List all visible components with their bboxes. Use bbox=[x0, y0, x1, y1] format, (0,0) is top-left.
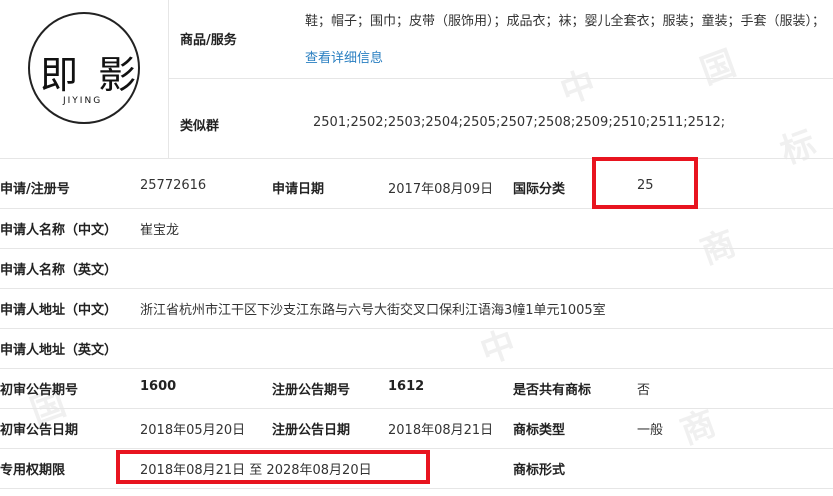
prelim-issue-value: 1600 bbox=[140, 379, 177, 394]
goods-label: 商品/服务 bbox=[180, 33, 237, 48]
divider bbox=[0, 368, 833, 369]
term-highlight bbox=[116, 450, 430, 484]
applicant-cn-value: 崔宝龙 bbox=[140, 223, 180, 238]
watermark-glyph: 中 bbox=[475, 323, 522, 373]
intl-class-label: 国际分类 bbox=[513, 182, 566, 197]
term-label: 专用权期限 bbox=[0, 463, 66, 478]
divider bbox=[168, 78, 833, 79]
logo-mark: 即 影 bbox=[40, 53, 141, 97]
similar-group-label: 类似群 bbox=[180, 119, 220, 134]
goods-value: 鞋；帽子；围巾；皮带（服饰用）；成品衣；袜；婴儿全套衣；服装；童装；手套（服装）… bbox=[305, 14, 826, 29]
reg-no-label: 申请/注册号 bbox=[0, 182, 70, 197]
similar-group-value: 2501;2502;2503;2504;2505;2507;2508;2509;… bbox=[313, 115, 726, 130]
divider bbox=[0, 488, 833, 489]
shared-value: 否 bbox=[637, 383, 651, 398]
intl-class-highlight bbox=[592, 157, 698, 209]
applicant-cn-label: 申请人名称（中文） bbox=[0, 223, 118, 238]
view-details-link[interactable]: 查看详细信息 bbox=[305, 47, 383, 66]
reg-date-label: 注册公告日期 bbox=[272, 423, 351, 438]
trademark-form-label: 商标形式 bbox=[513, 463, 566, 478]
trademark-type-value: 一般 bbox=[637, 423, 664, 438]
watermark-glyph: 标 bbox=[775, 123, 822, 173]
applicant-en-label: 申请人名称（英文） bbox=[0, 263, 118, 278]
divider bbox=[168, 0, 169, 158]
apply-date-label: 申请日期 bbox=[272, 182, 325, 197]
watermark-glyph: 中 bbox=[555, 63, 602, 113]
reg-issue-label: 注册公告期号 bbox=[272, 383, 351, 398]
reg-issue-value: 1612 bbox=[388, 379, 425, 394]
divider bbox=[0, 328, 833, 329]
prelim-issue-label: 初审公告期号 bbox=[0, 383, 79, 398]
address-cn-label: 申请人地址（中文） bbox=[0, 303, 118, 318]
prelim-date-value: 2018年05月20日 bbox=[140, 423, 246, 438]
apply-date-value: 2017年08月09日 bbox=[388, 182, 494, 197]
divider bbox=[0, 448, 833, 449]
address-cn-value: 浙江省杭州市江干区下沙支江东路与六号大街交叉口保利江语海3幢1单元1005室 bbox=[140, 303, 606, 318]
logo-caption: JIYING bbox=[63, 96, 103, 106]
reg-no-value: 25772616 bbox=[140, 178, 207, 193]
divider bbox=[0, 408, 833, 409]
prelim-date-label: 初审公告日期 bbox=[0, 423, 79, 438]
watermark-glyph: 国 bbox=[695, 43, 742, 93]
shared-label: 是否共有商标 bbox=[513, 383, 592, 398]
trademark-type-label: 商标类型 bbox=[513, 423, 566, 438]
reg-date-value: 2018年08月21日 bbox=[388, 423, 494, 438]
watermark-glyph: 商 bbox=[695, 223, 742, 273]
divider bbox=[0, 208, 833, 209]
divider bbox=[0, 248, 833, 249]
divider bbox=[0, 288, 833, 289]
watermark-glyph: 商 bbox=[675, 403, 722, 453]
address-en-label: 申请人地址（英文） bbox=[0, 343, 118, 358]
divider bbox=[0, 158, 833, 159]
